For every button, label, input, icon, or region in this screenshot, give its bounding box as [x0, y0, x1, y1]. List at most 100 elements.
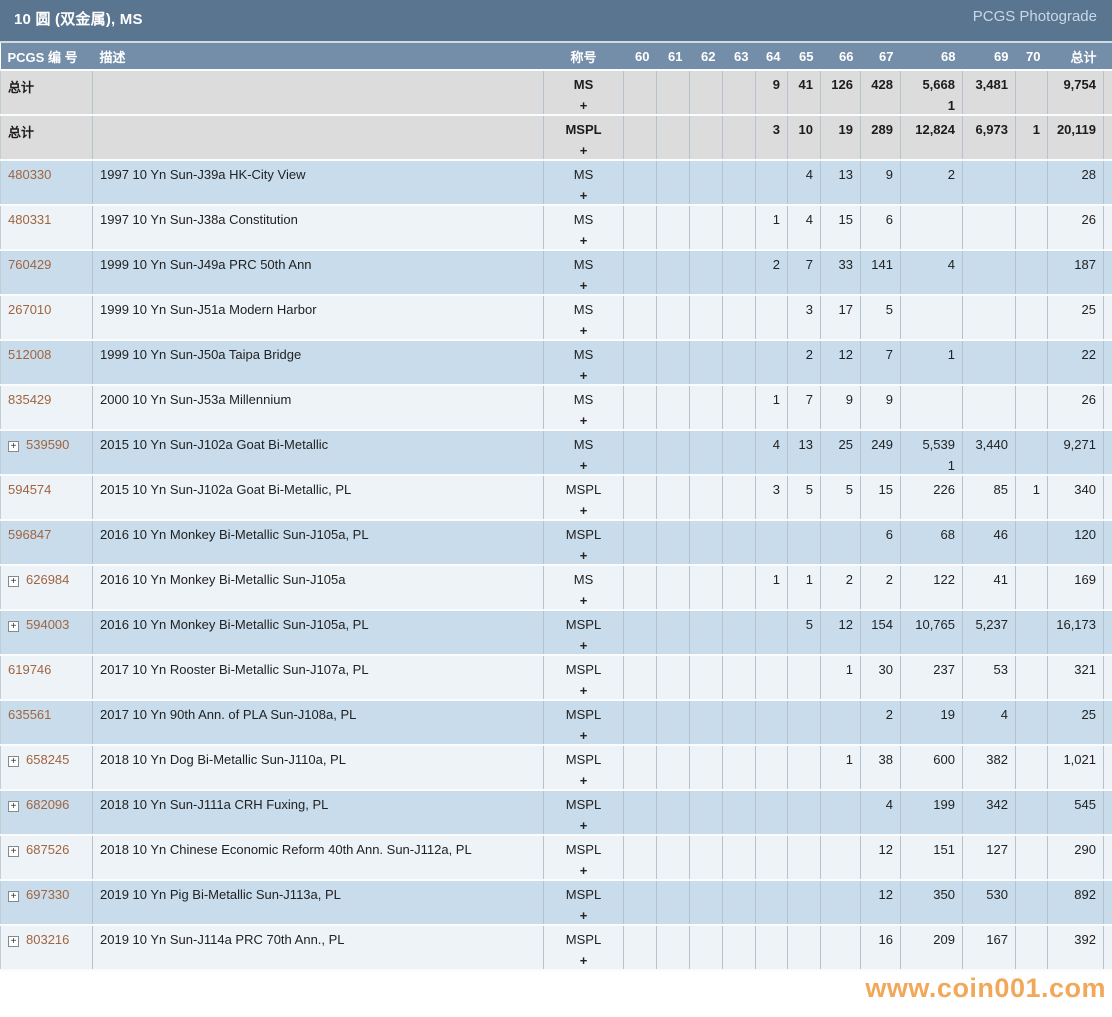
- grade-cell-63: [722, 745, 756, 791]
- pcgs-number-link[interactable]: 626984: [26, 572, 69, 587]
- grade-cell-62: [689, 745, 723, 791]
- grade-cell-61: [656, 385, 690, 431]
- grade-cell-62: [689, 700, 723, 746]
- page-title: 10 圆 (双金属), MS: [14, 11, 143, 28]
- coin-description: 1997 10 Yn Sun-J38a Constitution: [100, 212, 298, 227]
- grade-cell-69: 3,440: [962, 430, 1016, 476]
- grade-cell-63: [722, 835, 756, 881]
- pcgs-number-link[interactable]: 687526: [26, 842, 69, 857]
- expand-icon[interactable]: +: [8, 936, 19, 947]
- pcgs-number-link[interactable]: 480331: [8, 212, 51, 227]
- pcgs-number-link[interactable]: 594003: [26, 617, 69, 632]
- table-edge-overflow: [1103, 115, 1112, 161]
- grade-cell-69: 6,973: [962, 115, 1016, 161]
- table-edge-overflow: [1103, 520, 1112, 566]
- expand-icon[interactable]: +: [8, 801, 19, 812]
- grade-cell-65: 5: [787, 610, 821, 656]
- grade-cell-60: [623, 295, 657, 341]
- grade-cell-total: 20,119: [1047, 115, 1104, 161]
- coin-description: 2015 10 Yn Sun-J102a Goat Bi-Metallic, P…: [100, 482, 352, 497]
- pcgs-number-link[interactable]: 267010: [8, 302, 51, 317]
- grade-cell-68: [900, 385, 963, 431]
- grade-cell-65: 10: [787, 115, 821, 161]
- grade-cell-66: 5: [820, 475, 861, 521]
- pcgs-number-link[interactable]: 697330: [26, 887, 69, 902]
- pcgs-number-link[interactable]: 635561: [8, 707, 51, 722]
- expand-icon[interactable]: +: [8, 891, 19, 902]
- coin-description: 2018 10 Yn Chinese Economic Reform 40th …: [100, 842, 472, 857]
- grade-cell-65: 7: [787, 385, 821, 431]
- table-edge-overflow: [1103, 790, 1112, 836]
- grade-cell-62: [689, 475, 723, 521]
- grade-cell-60: [623, 655, 657, 701]
- pcgs-number-link[interactable]: 803216: [26, 932, 69, 947]
- grade-cell-68: 5,668 1: [900, 70, 963, 116]
- grade-cell-69: 46: [962, 520, 1016, 566]
- coin-description: 1999 10 Yn Sun-J51a Modern Harbor: [100, 302, 317, 317]
- column-header-60: 60: [623, 43, 657, 71]
- table-header-row: PCGS 编 号描述 称号 60 61 62 63 64 65 66 67 68 69 70 总计: [0, 43, 1112, 71]
- grade-cell-67: 16: [860, 925, 901, 971]
- grade-cell-64: [755, 925, 788, 971]
- grade-cell-62: [689, 205, 723, 251]
- grade-cell-67: 15: [860, 475, 901, 521]
- grade-cell-60: [623, 70, 657, 116]
- grade-cell-63: [722, 655, 756, 701]
- column-header-65: 65: [787, 43, 821, 71]
- pcgs-number-link[interactable]: 682096: [26, 797, 69, 812]
- grade-cell-60: [623, 520, 657, 566]
- grade-cell-64: [755, 340, 788, 386]
- pcgs-number-link[interactable]: 619746: [8, 662, 51, 677]
- grade-cell-67: 12: [860, 835, 901, 881]
- table-row: 835429 2000 10 Yn Sun-J53a Millennium MS + 1…: [0, 385, 1112, 431]
- grade-cell-64: 1: [755, 205, 788, 251]
- expand-icon[interactable]: +: [8, 441, 19, 452]
- grade-cell-70: [1015, 700, 1048, 746]
- grade-cell-66: 126: [820, 70, 861, 116]
- expand-icon[interactable]: +: [8, 576, 19, 587]
- grade-cell-62: [689, 565, 723, 611]
- grade-cell-63: [722, 520, 756, 566]
- pcgs-number-link[interactable]: 596847: [8, 527, 51, 542]
- grade-cell-60: [623, 925, 657, 971]
- pcgs-number-link[interactable]: 594574: [8, 482, 51, 497]
- grade-cell-70: 1: [1015, 115, 1048, 161]
- grade-cell-60: [623, 700, 657, 746]
- grade-cell-67: 289: [860, 115, 901, 161]
- grade-cell-total: 25: [1047, 700, 1104, 746]
- grade-cell-63: [722, 115, 756, 161]
- pcgs-number-link[interactable]: 658245: [26, 752, 69, 767]
- pcgs-number-link[interactable]: 480330: [8, 167, 51, 182]
- designation-cell: MSPL +: [543, 655, 624, 701]
- expand-icon[interactable]: +: [8, 756, 19, 767]
- coin-description: 2000 10 Yn Sun-J53a Millennium: [100, 392, 292, 407]
- grade-cell-60: [623, 610, 657, 656]
- grade-cell-65: 13: [787, 430, 821, 476]
- grade-cell-70: [1015, 655, 1048, 701]
- grade-cell-62: [689, 835, 723, 881]
- grade-cell-68: 237: [900, 655, 963, 701]
- pcgs-number-link[interactable]: 539590: [26, 437, 69, 452]
- grade-cell-70: [1015, 790, 1048, 836]
- pcgs-number-link[interactable]: 760429: [8, 257, 51, 272]
- table-row: 480330 1997 10 Yn Sun-J39a HK-City View MS…: [0, 160, 1112, 206]
- expand-icon[interactable]: +: [8, 621, 19, 632]
- grade-cell-61: [656, 745, 690, 791]
- grade-cell-60: [623, 250, 657, 296]
- grade-cell-62: [689, 610, 723, 656]
- table-edge-overflow: [1103, 655, 1112, 701]
- expand-icon[interactable]: +: [8, 846, 19, 857]
- table-edge-overflow: [1103, 565, 1112, 611]
- column-header-66: 66: [820, 43, 861, 71]
- grade-cell-66: 9: [820, 385, 861, 431]
- grade-cell-69: 167: [962, 925, 1016, 971]
- pcgs-number-link[interactable]: 835429: [8, 392, 51, 407]
- column-header-68: 68: [900, 43, 963, 71]
- table-row: +626984 2016 10 Yn Monkey Bi-Metallic Sun…: [0, 565, 1112, 611]
- photograde-link[interactable]: PCGS Photograde: [973, 8, 1097, 25]
- grade-cell-64: 2: [755, 250, 788, 296]
- table-row: +658245 2018 10 Yn Dog Bi-Metallic Sun-J1…: [0, 745, 1112, 791]
- grade-cell-65: 1: [787, 565, 821, 611]
- pcgs-number-link[interactable]: 512008: [8, 347, 51, 362]
- designation-cell: MS +: [543, 565, 624, 611]
